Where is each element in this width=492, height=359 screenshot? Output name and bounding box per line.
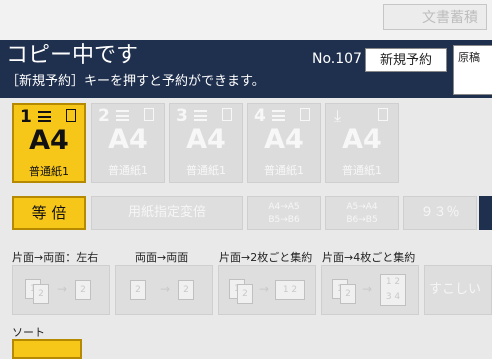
duplex-page-icon: 2 [130,280,146,300]
combine-4-button[interactable]: 1 2 → 1 23 4 [321,265,419,315]
arrow-icon: → [259,282,270,296]
paper-size: A4 [264,124,304,155]
scroll-edge[interactable] [479,196,492,230]
one-to-two-sided-button[interactable]: 1 2 → 2 [12,265,110,315]
bypass-tray-button[interactable]: ⤓ A4 普通紙1 [325,103,399,183]
status-panel: コピー中です ［新規予約］キーを押すと予約ができます。 No.107 新規予約 … [0,40,492,98]
tray-2-button[interactable]: 2 A4 普通紙1 [91,103,165,183]
tray-stack-icon [272,110,285,121]
duplex-label-4: 片面→4枚ごと集約 [322,251,416,264]
ratio-line-2: B5→B6 [268,215,300,225]
lock-page-icon [378,108,388,121]
ratio-line-1: A5→A4 [346,202,378,212]
paper-size: A4 [342,124,382,155]
page-icon [300,108,310,121]
combined-page-icon: 1 23 4 [380,274,406,306]
paper-size: A4 [186,124,226,155]
paper-size: A4 [108,124,148,155]
combined-page-icon: 1 2 [275,280,305,300]
document-server-button[interactable]: 文書蓄積 [383,4,487,30]
page-icon: 2 [237,284,253,304]
specify-paper-ratio-button[interactable]: 用紙指定変倍 [91,196,243,230]
duplex-label-3: 片面→2枚ごと集約 [219,251,313,264]
tray-4-button[interactable]: 4 A4 普通紙1 [247,103,321,183]
combine-2-button[interactable]: 1 2 → 1 2 [218,265,316,315]
arrow-icon: → [57,282,68,296]
page-icon [144,108,154,121]
two-to-two-sided-button[interactable]: 2 → 2 [115,265,213,315]
top-bar: 文書蓄積 [0,0,492,40]
page-icon [66,109,76,122]
tray-1-button[interactable]: 1 A4 普通紙1 [12,103,86,183]
new-reservation-button[interactable]: 新規予約 [365,48,447,72]
tray-number: 1 [20,107,32,127]
paper-type: 普通紙1 [342,164,382,177]
tray-stack-icon [194,110,207,121]
enlarge-a5-a4-button[interactable]: A5→A4 B6→B5 [325,196,399,230]
ratio-line-2: B6→B5 [346,215,378,225]
sort-label: ソート [12,326,45,339]
full-size-button[interactable]: 等 倍 [12,196,86,230]
tray-number: 4 [254,106,266,126]
paper-type: 普通紙1 [29,165,69,178]
ratio-line-1: A4→A5 [268,202,300,212]
job-number: No.107 [312,51,362,67]
tray-stack-icon [38,111,51,122]
duplex-page-icon: 2 [178,280,194,300]
tray-3-button[interactable]: 3 A4 普通紙1 [169,103,243,183]
arrow-icon: → [362,282,373,296]
more-button[interactable]: すこしい [424,265,492,315]
percent-ratio-button[interactable]: ９３％ [403,196,477,230]
tray-stack-icon [116,110,129,121]
paper-type: 普通紙1 [264,164,304,177]
tray-number: 2 [98,106,110,126]
duplex-page-icon: 2 [75,280,91,300]
original-button[interactable]: 原稿 [453,45,492,95]
page-icon: 2 [340,284,356,304]
tray-number: 3 [176,106,188,126]
bypass-tray-icon: ⤓ [334,106,342,125]
duplex-label-2: 両面→両面 [135,251,189,264]
page-icon [222,108,232,121]
status-title: コピー中です [6,43,139,68]
status-subtitle: ［新規予約］キーを押すと予約ができます。 [6,74,265,89]
paper-type: 普通紙1 [108,164,148,177]
reduce-a4-a5-button[interactable]: A4→A5 B5→B6 [247,196,321,230]
duplex-label-1: 片面→両面：左右 [12,251,99,264]
arrow-icon: → [160,282,171,296]
paper-type: 普通紙1 [186,164,226,177]
paper-size: A4 [29,125,69,156]
sort-button[interactable] [12,339,82,359]
page-icon: 2 [33,284,49,304]
